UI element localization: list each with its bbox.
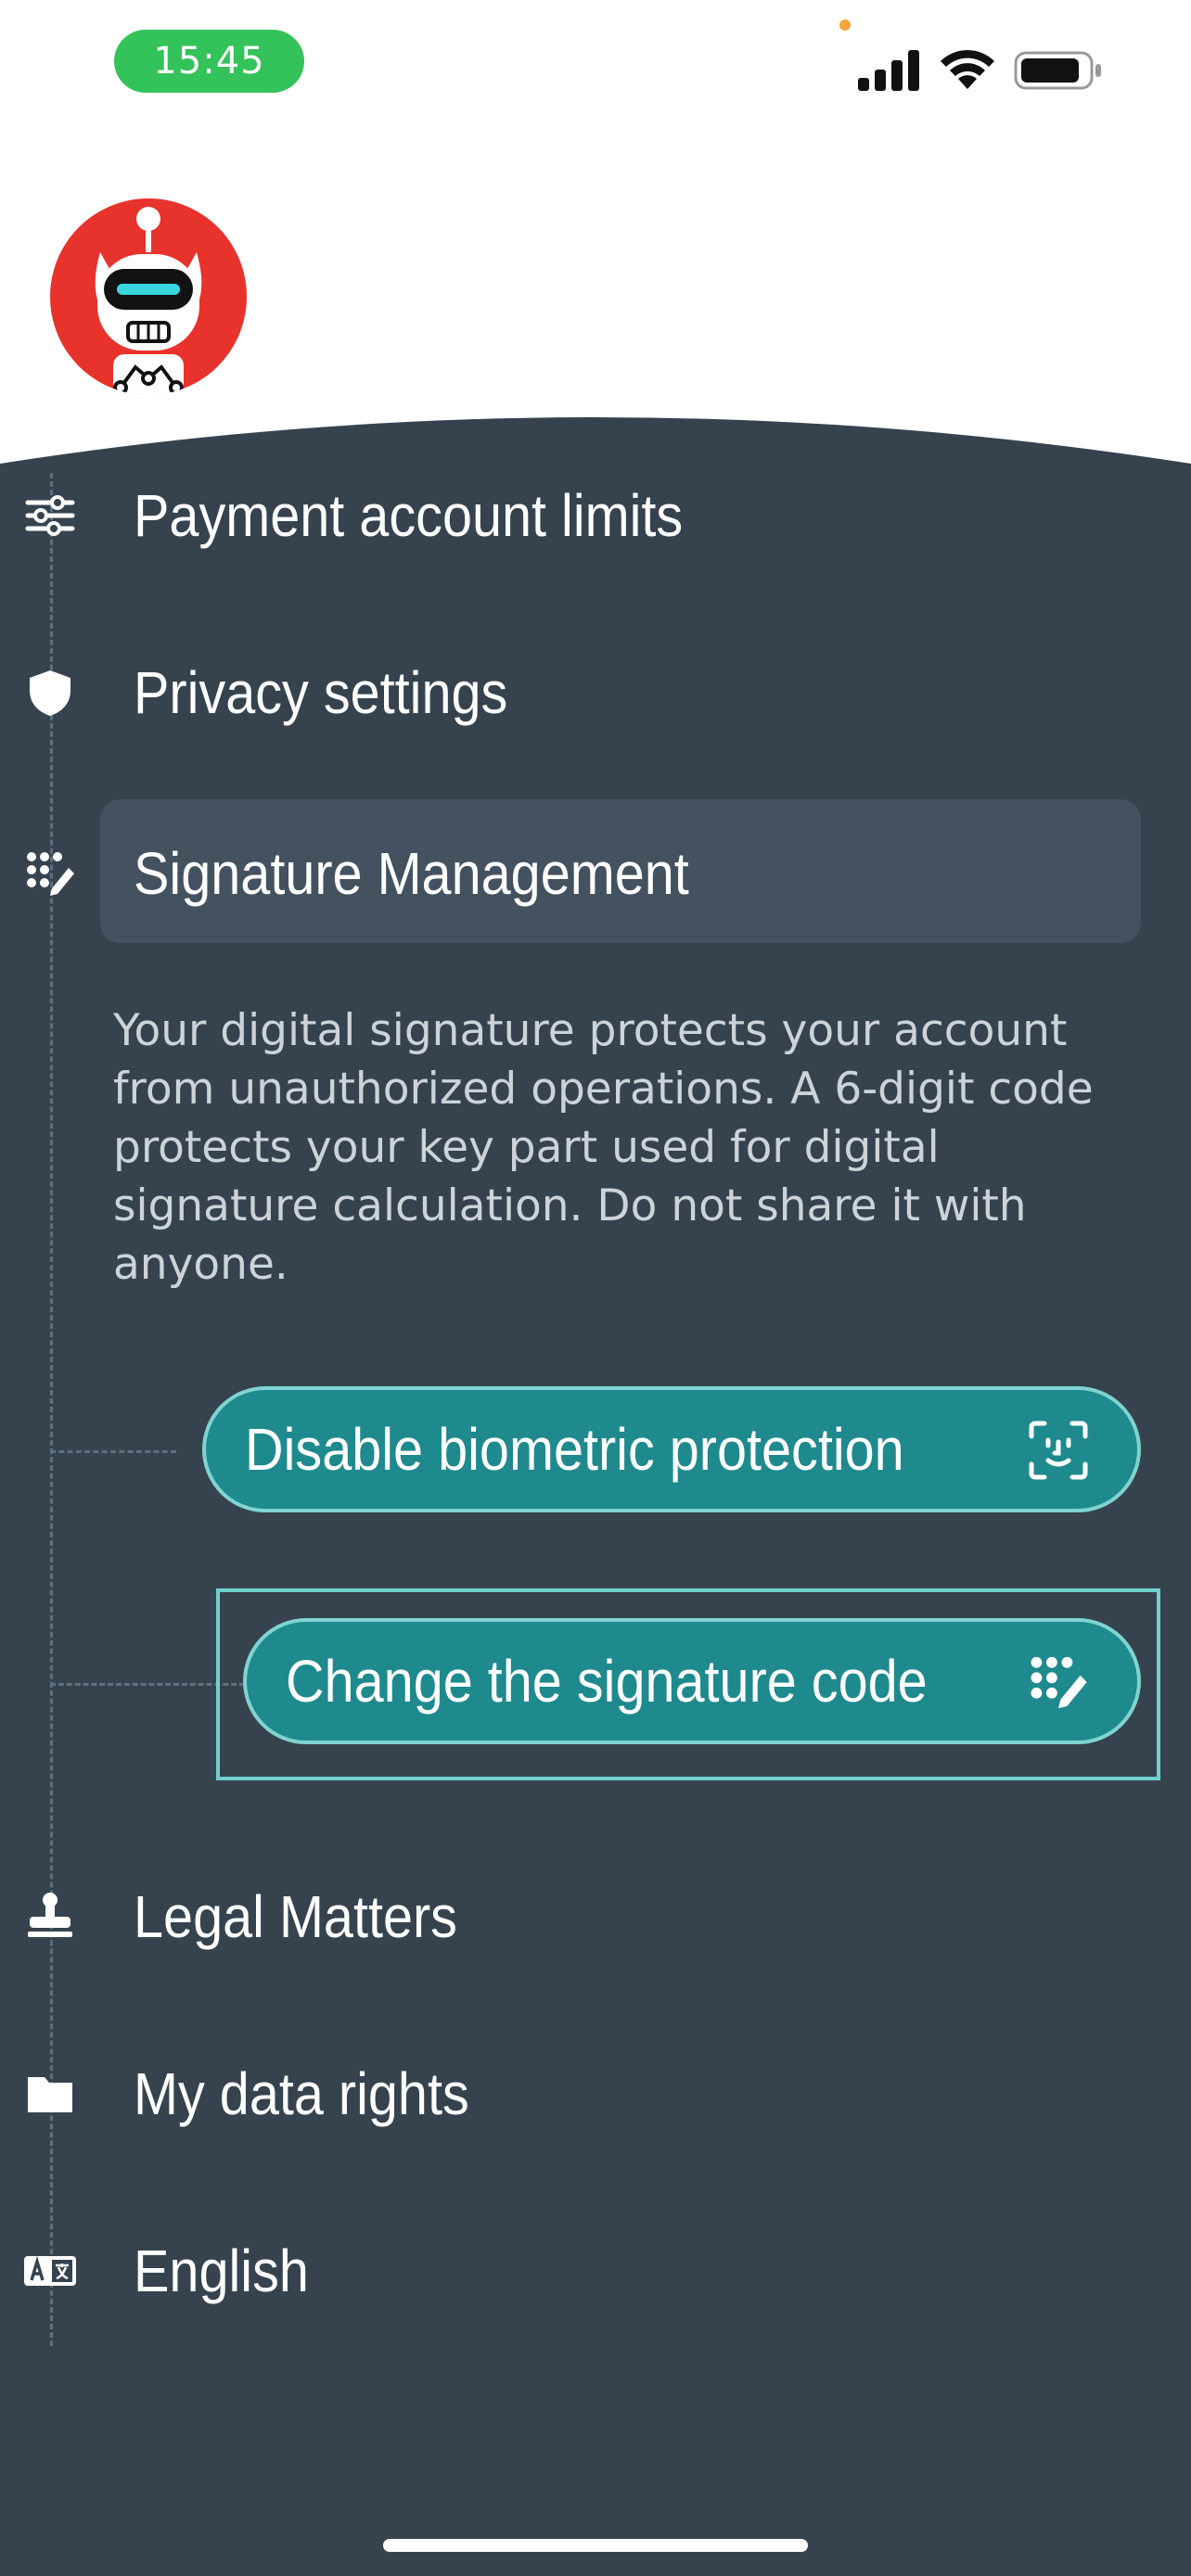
change-signature-code-label: Change the signature code [286, 1648, 928, 1715]
wifi-icon [941, 49, 994, 89]
cellular-signal-icon [858, 50, 919, 91]
menu-item-label: English [134, 2238, 309, 2304]
stamp-icon [28, 1893, 72, 1937]
menu-item-label: Payment account limits [134, 482, 684, 549]
face-id-icon [1029, 1421, 1088, 1480]
shield-icon [30, 670, 70, 716]
menu-item-language[interactable]: English [0, 2197, 1191, 2345]
disable-biometric-label: Disable biometric protection [245, 1416, 904, 1483]
menu-item-payment-account-limits[interactable]: Payment account limits [0, 441, 1191, 590]
keypad-pen-icon [27, 852, 74, 896]
language-icon [24, 2255, 76, 2286]
menu-item-signature-management[interactable]: Signature Management [0, 799, 1191, 948]
menu-item-label: Privacy settings [134, 659, 508, 726]
battery-icon [1014, 51, 1101, 90]
timeline-branch [50, 1450, 176, 1453]
menu-item-legal-matters[interactable]: Legal Matters [0, 1843, 1191, 1991]
menu-item-label: Signature Management [134, 840, 689, 907]
folder-icon [28, 2077, 72, 2112]
change-signature-code-button[interactable]: Change the signature code [243, 1618, 1141, 1744]
menu-item-label: Legal Matters [134, 1883, 457, 1950]
sliders-icon [25, 495, 75, 536]
signature-description: Your digital signature protects your acc… [113, 1005, 1094, 1290]
menu-item-label: My data rights [134, 2060, 469, 2127]
menu-item-privacy-settings[interactable]: Privacy settings [0, 618, 1191, 767]
menu-item-my-data-rights[interactable]: My data rights [0, 2020, 1191, 2168]
status-time: 15:45 [114, 30, 304, 93]
privacy-indicator-dot [839, 19, 851, 31]
disable-biometric-button[interactable]: Disable biometric protection [202, 1386, 1141, 1512]
robot-mascot-logo [50, 198, 247, 395]
keypad-pen-icon [1031, 1656, 1087, 1709]
home-indicator[interactable] [383, 2539, 808, 2552]
